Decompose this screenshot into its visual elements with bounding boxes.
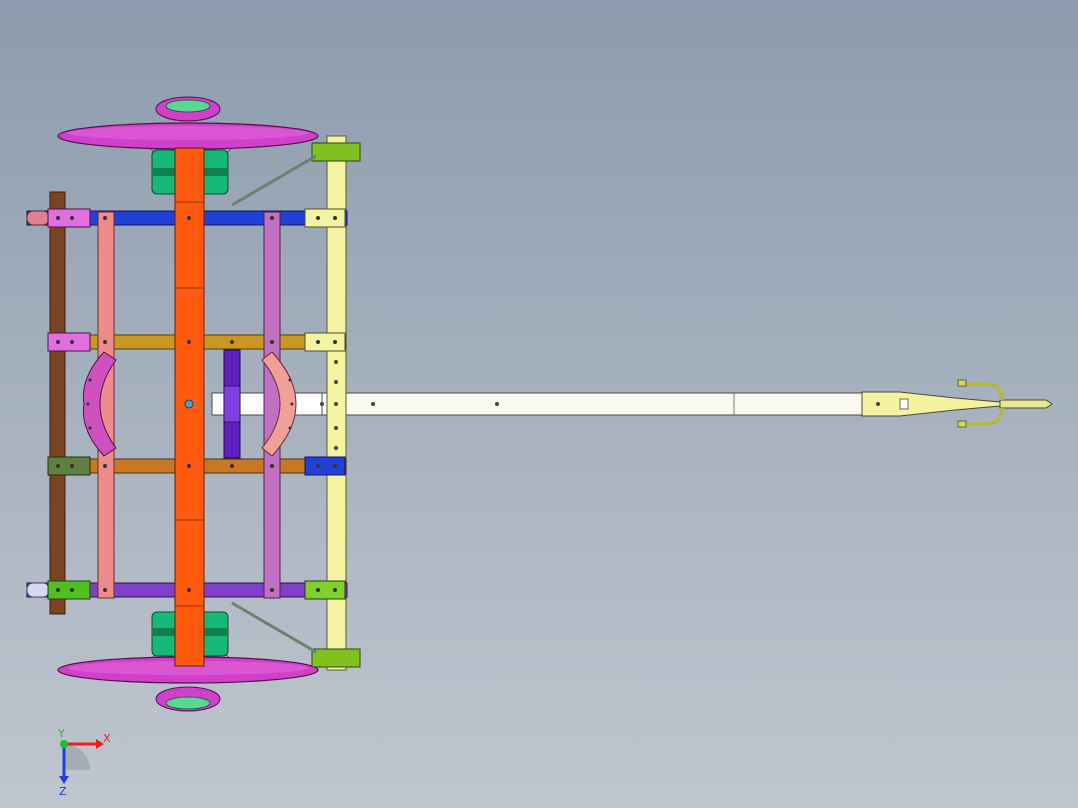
x-axis-label: X (103, 732, 111, 745)
wagon-chassis-top-view: X Y Z (26, 96, 1053, 798)
corner-bracket-top[interactable] (311, 142, 361, 162)
drawbar[interactable] (211, 392, 863, 416)
coordinate-triad: X Y Z (57, 727, 111, 798)
hitch-taper (861, 391, 1001, 417)
y-axis-dot (60, 740, 68, 748)
cad-viewport[interactable]: X Y Z (0, 0, 1078, 808)
y-axis-label: Y (57, 727, 65, 740)
hitch-coupler[interactable] (861, 379, 1053, 428)
z-axis-label: Z (59, 785, 67, 798)
side-bar-lilac[interactable] (263, 211, 281, 599)
brace-rod-bottom (231, 601, 317, 654)
corner-bracket-bottom[interactable] (311, 648, 361, 668)
hitch-eye (999, 399, 1053, 409)
brace-rod-top (231, 154, 317, 207)
rear-rail[interactable] (49, 191, 66, 615)
